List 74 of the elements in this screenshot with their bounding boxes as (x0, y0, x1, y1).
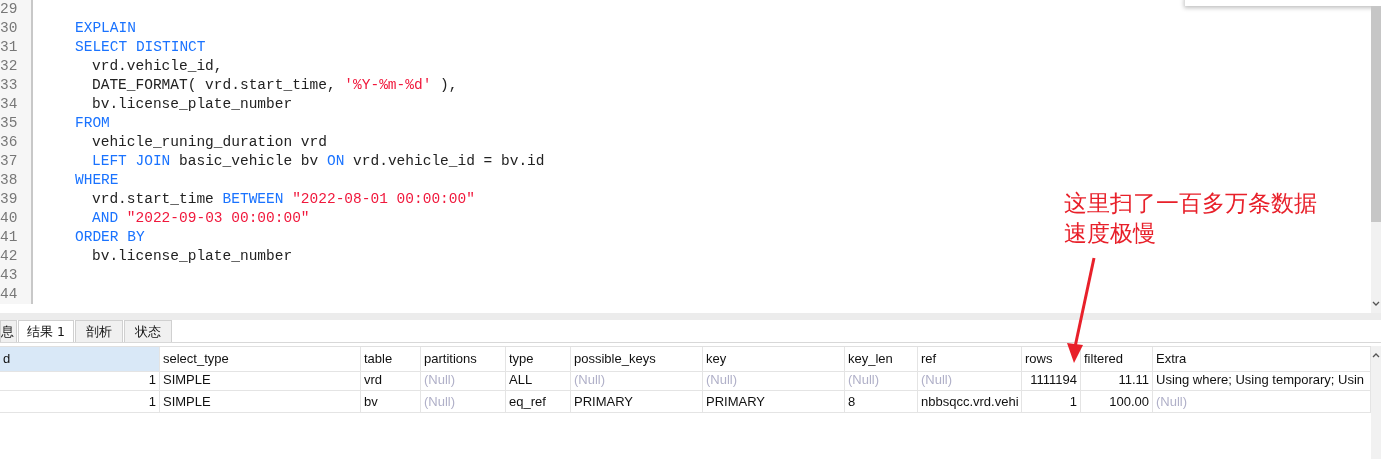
line-number: 41 (0, 228, 33, 247)
tab[interactable]: 状态 (123, 320, 172, 342)
table-cell: Using where; Using temporary; Usin (1153, 369, 1371, 391)
table-cell: nbbsqcc.vrd.vehi (918, 391, 1022, 413)
table-cell: (Null) (918, 369, 1022, 391)
column-header[interactable]: ref (918, 347, 1022, 372)
code-line: AND "2022-09-03 00:00:00" (91, 210, 310, 226)
line-number: 38 (0, 171, 33, 190)
column-header[interactable]: type (506, 347, 571, 372)
code-line: LEFT JOIN basic_vehicle bv ON vrd.vehicle_id = bv.id (91, 153, 545, 169)
line-number: 29 (0, 0, 33, 19)
code-line: FROM (75, 115, 110, 131)
code-line: bv.license_plate_number (91, 96, 293, 112)
code-line: SELECT DISTINCT (75, 39, 206, 55)
column-header[interactable]: key (703, 347, 845, 372)
line-number: 31 (0, 38, 33, 57)
code-line: WHERE (75, 172, 119, 188)
tab[interactable]: 结果 1 (18, 320, 74, 342)
table-cell: 8 (845, 391, 918, 413)
line-number: 32 (0, 57, 33, 76)
line-number: 35 (0, 114, 33, 133)
annotation-text: 这里扫了一百多万条数据 (1064, 189, 1317, 218)
code-line: vrd.start_time BETWEEN "2022-08-01 00:00:00" (91, 191, 475, 207)
table-cell: 1 (0, 391, 160, 413)
table-cell: 11.11 (1081, 369, 1153, 391)
line-number: 39 (0, 190, 33, 209)
chevron-down-icon[interactable] (1372, 301, 1380, 307)
table-cell: 100.00 (1081, 391, 1153, 413)
line-number: 36 (0, 133, 33, 152)
line-number: 40 (0, 209, 33, 228)
table-cell: vrd (361, 369, 421, 391)
table-cell: 1 (0, 369, 160, 391)
line-number: 43 (0, 266, 33, 285)
scrollbar[interactable] (1371, 346, 1381, 459)
chevron-up-icon[interactable] (1372, 352, 1380, 358)
column-header[interactable]: table (361, 347, 421, 372)
table-cell: eq_ref (506, 391, 571, 413)
code-line: EXPLAIN (75, 20, 136, 36)
code-line: vehicle_runing_duration vrd (91, 134, 327, 150)
table-cell: PRIMARY (571, 391, 703, 413)
table-cell: SIMPLE (160, 369, 361, 391)
code-line: DATE_FORMAT( vrd.start_time, '%Y-%m-%d' ), (91, 77, 458, 93)
column-header[interactable]: partitions (421, 347, 506, 372)
tab[interactable]: 息 (0, 320, 17, 342)
table-cell: (Null) (1153, 391, 1371, 413)
column-header[interactable]: key_len (845, 347, 918, 372)
line-number: 34 (0, 95, 33, 114)
code-line: ORDER BY (75, 229, 145, 245)
table-cell: (Null) (421, 391, 506, 413)
column-header[interactable]: possible_keys (571, 347, 703, 372)
table-cell: (Null) (703, 369, 845, 391)
annotation-text: 速度极慢 (1064, 219, 1157, 248)
line-number: 44 (0, 285, 33, 304)
code-line: bv.license_plate_number (91, 248, 293, 264)
column-header[interactable]: Extra (1153, 347, 1371, 372)
table-cell: 1111194 (1022, 369, 1081, 391)
column-header[interactable]: select_type (160, 347, 361, 372)
table-cell: bv (361, 391, 421, 413)
table-cell: 1 (1022, 391, 1081, 413)
table-cell: PRIMARY (703, 391, 845, 413)
scrollbar[interactable] (1371, 6, 1381, 313)
line-number: 37 (0, 152, 33, 171)
table-cell: (Null) (421, 369, 506, 391)
table-cell: ALL (506, 369, 571, 391)
code-line: vrd.vehicle_id, (91, 58, 223, 74)
column-header[interactable]: filtered (1081, 347, 1153, 372)
line-number: 33 (0, 76, 33, 95)
table-cell: (Null) (571, 369, 703, 391)
table-cell: (Null) (845, 369, 918, 391)
tab[interactable]: 剖析 (74, 320, 123, 342)
column-header[interactable]: d (0, 347, 160, 372)
line-number: 42 (0, 247, 33, 266)
line-number: 30 (0, 19, 33, 38)
table-cell: SIMPLE (160, 391, 361, 413)
